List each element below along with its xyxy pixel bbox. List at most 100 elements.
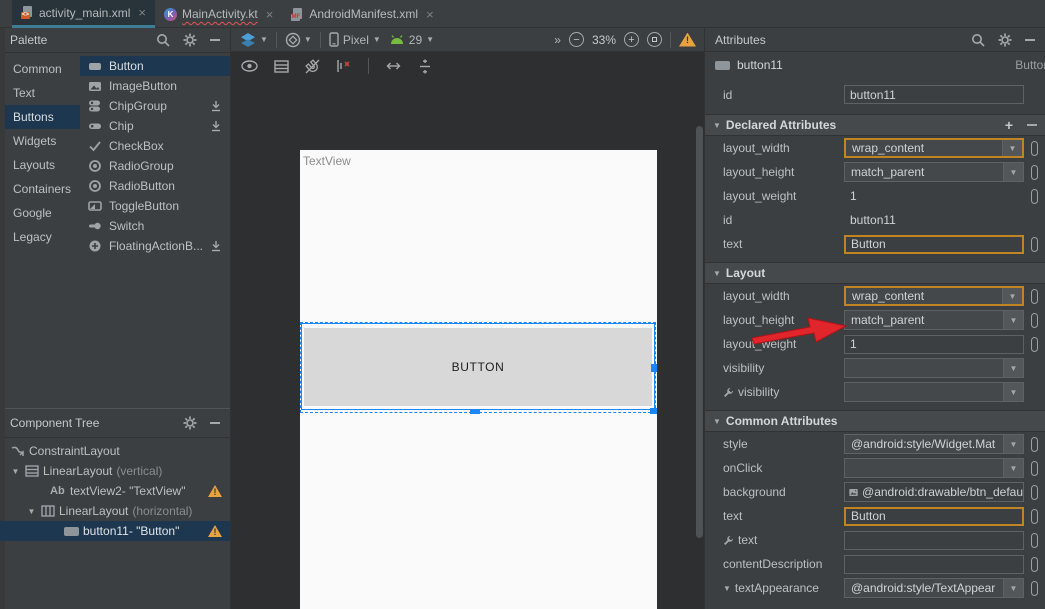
category-common[interactable]: Common <box>0 57 80 81</box>
magnet-off-icon[interactable] <box>305 59 320 74</box>
category-legacy[interactable]: Legacy <box>0 225 80 249</box>
resource-picker-icon[interactable] <box>1031 557 1038 572</box>
warning-icon[interactable] <box>208 485 222 497</box>
device-selector[interactable]: Pixel ▼ <box>329 32 381 47</box>
zoom-in-button[interactable]: + <box>624 32 639 47</box>
layout-height-dropdown[interactable]: match_parent▼ <box>844 310 1024 330</box>
category-containers[interactable]: Containers <box>0 177 80 201</box>
palette-item-togglebutton[interactable]: ToggleButton <box>80 196 230 216</box>
category-google[interactable]: Google <box>0 201 80 225</box>
warnings-button[interactable] <box>679 33 696 47</box>
chevron-down-icon[interactable]: ▼ <box>1003 311 1023 329</box>
horizontal-arrows-icon[interactable] <box>385 61 402 71</box>
resource-picker-icon[interactable] <box>1031 165 1038 180</box>
hide-panel-icon[interactable] <box>1025 39 1035 41</box>
category-text[interactable]: Text <box>0 81 80 105</box>
chevron-expanded-icon[interactable]: ▼ <box>723 584 731 593</box>
chevron-down-icon[interactable]: ▼ <box>1003 163 1023 181</box>
close-icon[interactable]: × <box>266 7 274 22</box>
layout-width-dropdown[interactable]: wrap_content▼ <box>844 286 1024 306</box>
resize-handle-bottom[interactable] <box>470 409 480 414</box>
palette-item-switch[interactable]: Switch <box>80 216 230 236</box>
warning-icon[interactable] <box>208 525 222 537</box>
layout-height-dropdown[interactable]: match_parent▼ <box>844 162 1024 182</box>
tree-node-textview2[interactable]: Ab textView2- "TextView" <box>0 481 230 501</box>
category-buttons[interactable]: Buttons <box>0 105 80 129</box>
clear-constraints-icon[interactable] <box>336 59 352 73</box>
resource-picker-icon[interactable] <box>1031 289 1038 304</box>
layout-width-dropdown[interactable]: wrap_content▼ <box>844 138 1024 158</box>
visibility-dropdown[interactable]: ▼ <box>844 358 1024 378</box>
tree-node-button11[interactable]: button11- "Button" <box>0 521 230 541</box>
palette-item-radiobutton[interactable]: RadioButton <box>80 176 230 196</box>
text-input[interactable] <box>844 507 1024 526</box>
chevron-down-icon[interactable]: ▼ <box>1003 459 1023 477</box>
distribute-icon[interactable] <box>418 59 432 74</box>
resource-picker-icon[interactable] <box>1031 437 1038 452</box>
id-input[interactable] <box>844 85 1024 104</box>
resource-picker-icon[interactable] <box>1031 509 1038 524</box>
grid-icon[interactable] <box>274 60 289 73</box>
tree-node-constraintlayout[interactable]: ConstraintLayout <box>0 441 230 461</box>
section-layout[interactable]: ▼ Layout <box>705 262 1045 284</box>
canvas-button[interactable]: BUTTON <box>304 328 652 406</box>
tab-activity-main-xml[interactable]: <> activity_main.xml × <box>12 0 155 28</box>
section-declared-attributes[interactable]: ▼ Declared Attributes + <box>705 114 1045 136</box>
resource-picker-icon[interactable] <box>1031 237 1038 252</box>
palette-item-chipgroup[interactable]: ChipGroup <box>80 96 230 116</box>
text-input[interactable] <box>844 235 1024 254</box>
onclick-dropdown[interactable]: ▼ <box>844 458 1024 478</box>
tab-androidmanifest-xml[interactable]: MF AndroidManifest.xml × <box>282 0 442 28</box>
chevron-down-icon[interactable]: ▼ <box>1003 359 1023 377</box>
chevron-expanded-icon[interactable]: ▼ <box>10 467 21 476</box>
search-icon[interactable] <box>156 33 170 47</box>
search-icon[interactable] <box>971 33 985 47</box>
chevron-down-icon[interactable]: ▼ <box>1003 579 1023 597</box>
chevron-expanded-icon[interactable]: ▼ <box>26 507 37 516</box>
resource-picker-icon[interactable] <box>1031 581 1038 596</box>
palette-item-checkbox[interactable]: CheckBox <box>80 136 230 156</box>
eye-icon[interactable] <box>241 60 258 72</box>
category-layouts[interactable]: Layouts <box>0 153 80 177</box>
hide-panel-icon[interactable] <box>210 422 220 424</box>
resize-handle-right[interactable] <box>651 364 657 372</box>
palette-item-imagebutton[interactable]: ImageButton <box>80 76 230 96</box>
gear-icon[interactable] <box>998 33 1012 47</box>
resource-picker-icon[interactable] <box>1031 337 1038 352</box>
resource-picker-icon[interactable] <box>1031 141 1038 156</box>
chevron-down-icon[interactable]: ▼ <box>1002 288 1022 304</box>
section-common-attributes[interactable]: ▼ Common Attributes <box>705 410 1045 432</box>
palette-item-floatingactionbutton[interactable]: FloatingActionB... <box>80 236 230 256</box>
close-icon[interactable]: × <box>138 5 146 20</box>
tree-node-linearlayout-horizontal[interactable]: ▼ LinearLayout(horizontal) <box>0 501 230 521</box>
close-icon[interactable]: × <box>426 7 434 22</box>
zoom-to-fit-button[interactable] <box>647 32 662 47</box>
style-dropdown[interactable]: @android:style/Widget.Mat▼ <box>844 434 1024 454</box>
textappearance-dropdown[interactable]: @android:style/TextAppear▼ <box>844 578 1024 598</box>
tab-mainactivity-kt[interactable]: K MainActivity.kt × <box>155 0 282 28</box>
vertical-scrollbar[interactable] <box>696 126 703 538</box>
gear-icon[interactable] <box>183 33 197 47</box>
palette-item-button[interactable]: Button <box>80 56 230 76</box>
layout-weight-input[interactable] <box>844 335 1024 354</box>
category-widgets[interactable]: Widgets <box>0 129 80 153</box>
remove-attribute-button[interactable] <box>1027 124 1037 126</box>
background-field[interactable]: @android:drawable/btn_defau <box>844 482 1024 502</box>
canvas-textview[interactable]: TextView <box>303 154 351 168</box>
design-mode-button[interactable]: ▼ <box>239 32 268 48</box>
resource-picker-icon[interactable] <box>1031 485 1038 500</box>
tools-visibility-dropdown[interactable]: ▼ <box>844 382 1024 402</box>
resize-handle-corner[interactable] <box>650 408 657 414</box>
resource-picker-icon[interactable] <box>1031 533 1038 548</box>
palette-item-chip[interactable]: Chip <box>80 116 230 136</box>
api-selector[interactable]: 29 ▼ <box>389 33 434 47</box>
resource-picker-icon[interactable] <box>1031 313 1038 328</box>
tree-node-linearlayout-vertical[interactable]: ▼ LinearLayout(vertical) <box>0 461 230 481</box>
add-attribute-button[interactable]: + <box>1005 117 1013 133</box>
hide-panel-icon[interactable] <box>210 39 220 41</box>
palette-item-radiogroup[interactable]: RadioGroup <box>80 156 230 176</box>
tools-text-input[interactable] <box>844 531 1024 550</box>
chevron-down-icon[interactable]: ▼ <box>1002 140 1022 156</box>
gear-icon[interactable] <box>183 416 197 430</box>
chevron-down-icon[interactable]: ▼ <box>1003 383 1023 401</box>
